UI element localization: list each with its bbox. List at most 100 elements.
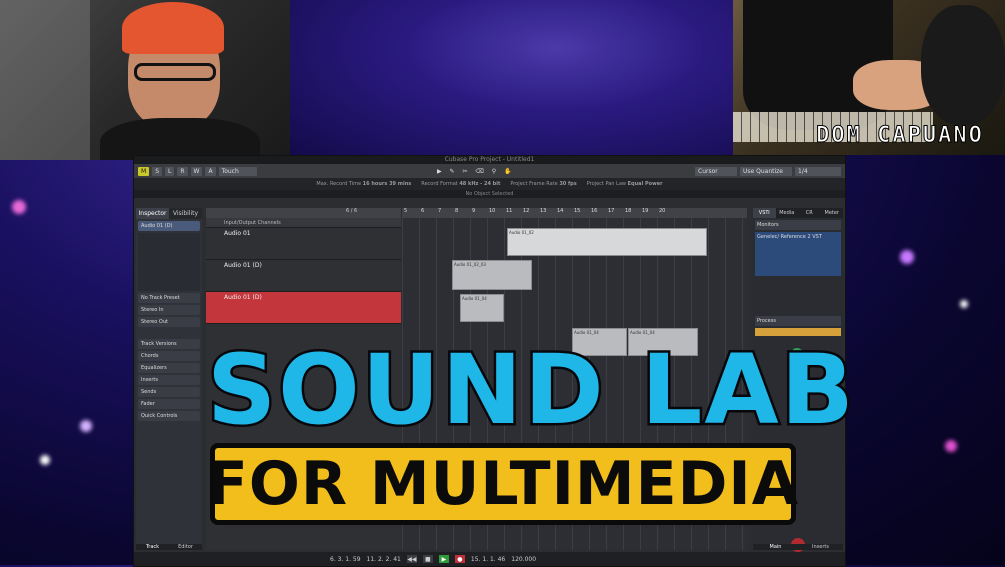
background-sparkle (12, 200, 26, 214)
monitors-header[interactable]: Monitors (755, 220, 841, 230)
ruler-bar: 10 (489, 208, 496, 214)
track-name: Audio 01 (224, 230, 251, 237)
max-record-time-value: 16 hours 39 mins (362, 181, 412, 187)
snap-type-select[interactable]: Cursor (695, 166, 737, 176)
transport-bar: 6. 3. 1. 59 11. 2. 2. 41 ◀◀ ■ ▶ ● 15. 1.… (134, 552, 845, 566)
ruler-bar: 17 (608, 208, 615, 214)
ruler-bar: 14 (557, 208, 564, 214)
status-line: Max. Record Time 16 hours 39 mins Record… (134, 178, 845, 190)
mode-w-button[interactable]: W (190, 166, 203, 176)
timeline-ruler[interactable]: 5 6 7 8 9 10 11 12 13 14 15 16 17 18 19 … (402, 208, 747, 218)
section-quick-controls[interactable]: Quick Controls (138, 411, 200, 421)
locator-display[interactable]: 15. 1. 1. 46 (471, 556, 505, 563)
title-sound-lab: SOUND LAB (205, 333, 857, 448)
audio-clip[interactable]: Audio 01_04 (460, 294, 504, 322)
ruler-bar: 11 (506, 208, 513, 214)
tab-inspector[interactable]: Inspector (136, 208, 169, 219)
section-track-versions[interactable]: Track Versions (138, 339, 200, 349)
tab-meter[interactable]: Meter (821, 208, 844, 218)
background-sparkle (945, 440, 957, 452)
folder-track[interactable]: Input/Output Channels (206, 218, 401, 228)
tab-cr[interactable]: CR (798, 208, 821, 218)
section-equalizers[interactable]: Equalizers (138, 363, 200, 373)
frame-rate-label: Project Frame Rate (510, 181, 558, 187)
quantize-select[interactable]: Use Quantize (740, 166, 792, 176)
glasses (134, 63, 216, 81)
section-sends[interactable]: Sends (138, 387, 200, 397)
track-preset[interactable]: No Track Preset (138, 293, 200, 303)
ruler-bar: 15 (574, 208, 581, 214)
track-audio-01-d-selected[interactable]: Audio 01 (D) (206, 292, 401, 324)
record-format-value[interactable]: 48 kHz - 24 bit (459, 181, 500, 187)
audio-clip[interactable]: Audio 01_02 (507, 228, 707, 256)
ruler-bar: 5 (404, 208, 408, 214)
process-header[interactable]: Process (755, 316, 841, 326)
ruler-bar: 19 (642, 208, 649, 214)
position-left-display[interactable]: 6. 3. 1. 59 (330, 556, 361, 563)
background-sparkle (80, 420, 92, 432)
rewind-icon[interactable]: ◀◀ (406, 555, 417, 563)
track-name: Audio 01 (D) (224, 294, 262, 301)
tab-editor[interactable]: Editor (169, 544, 202, 550)
tempo-display[interactable]: 120.000 (511, 556, 536, 563)
track-audio-01[interactable]: Audio 01 (206, 228, 401, 260)
record-icon[interactable]: ● (454, 555, 465, 563)
background-sparkle (900, 250, 914, 264)
position-right-display[interactable]: 11. 2. 2. 41 (367, 556, 401, 563)
tab-visibility[interactable]: Visibility (169, 208, 202, 219)
top-background-panel (290, 0, 733, 160)
mode-l-button[interactable]: L (165, 166, 175, 176)
mode-m-button[interactable]: M (138, 166, 150, 176)
quantize-value-select[interactable]: 1/4 (795, 166, 841, 176)
ruler-bar: 20 (659, 208, 666, 214)
daw-toolbar: M S L R W A Touch ▶ ✎ ✂ ⌫ ⚲ ✋ Cursor Use… (134, 164, 845, 178)
output-routing[interactable]: Stereo Out (138, 317, 200, 327)
input-routing[interactable]: Stereo In (138, 305, 200, 315)
ruler-bar: 18 (625, 208, 632, 214)
brand-logo-text: DOM CAPUANO (816, 123, 984, 149)
background-sparkle (40, 455, 50, 465)
background-sparkle (960, 300, 968, 308)
section-fader[interactable]: Fader (138, 399, 200, 409)
tab-vsti[interactable]: VSTi (753, 208, 776, 218)
ruler-bar: 6 (421, 208, 425, 214)
section-chords[interactable]: Chords (138, 351, 200, 361)
monitor-item[interactable]: Genelec/ Reference 2 VST (755, 232, 841, 276)
section-inserts[interactable]: Inserts (138, 375, 200, 385)
daw-title: Cubase Pro Project - Untitled1 (134, 156, 845, 164)
ruler-bar: 16 (591, 208, 598, 214)
mode-a-button[interactable]: A (205, 166, 216, 176)
tab-main[interactable]: Main (753, 544, 798, 550)
presenter-left-body (100, 118, 260, 160)
pan-law-value[interactable]: Equal Power (628, 181, 663, 187)
inspector-controls[interactable] (138, 233, 200, 291)
ruler-bar: 9 (472, 208, 476, 214)
ruler-bar: 12 (523, 208, 530, 214)
ruler-bar: 13 (540, 208, 547, 214)
mode-r-button[interactable]: R (177, 166, 188, 176)
tab-inserts[interactable]: Inserts (798, 544, 843, 550)
pan-law-label: Project Pan Law (586, 181, 626, 187)
record-format-label: Record Format (421, 181, 458, 187)
subtitle-for-multimedia: FOR MULTIMEDIA (206, 449, 800, 519)
stop-icon[interactable]: ■ (422, 555, 433, 563)
microphone (921, 5, 1005, 125)
orange-beanie (122, 2, 224, 54)
subtitle-banner: FOR MULTIMEDIA (206, 443, 800, 525)
toolbar-tools-icons[interactable]: ▶ ✎ ✂ ⌫ ⚲ ✋ (260, 168, 692, 175)
track-audio-01-d[interactable]: Audio 01 (D) (206, 260, 401, 292)
automation-mode-select[interactable]: Touch (218, 166, 257, 176)
play-icon[interactable]: ▶ (438, 555, 449, 563)
frame-rate-value[interactable]: 30 fps (559, 181, 576, 187)
inspector-track-name[interactable]: Audio 01 (D) (138, 221, 200, 231)
audio-clip[interactable]: Audio 01_02_03 (452, 260, 532, 290)
tab-media[interactable]: Media (776, 208, 799, 218)
object-selection-line: No Object Selected (134, 190, 845, 198)
tab-track[interactable]: Track (136, 544, 169, 550)
track-count: 6 / 6 (206, 208, 401, 218)
webcam-left (0, 0, 290, 160)
max-record-time-label: Max. Record Time (316, 181, 362, 187)
ruler-bar: 7 (438, 208, 442, 214)
mode-s-button[interactable]: S (152, 166, 162, 176)
track-name: Audio 01 (D) (224, 262, 262, 269)
